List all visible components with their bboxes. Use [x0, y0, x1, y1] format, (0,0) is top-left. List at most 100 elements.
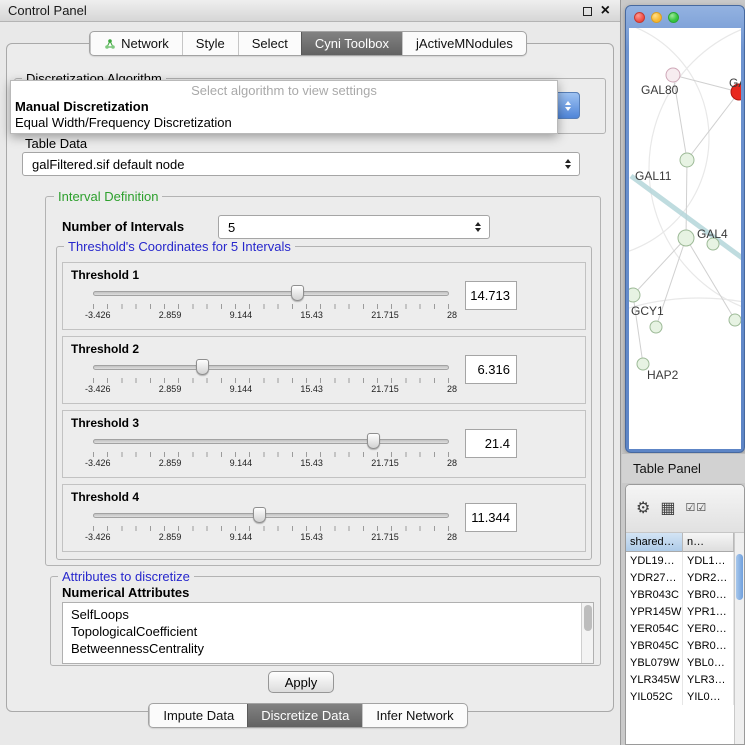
threshold-block: Threshold 3 -3.4262.8599.14415.4321.7152…: [62, 410, 586, 478]
numerical-attributes-label: Numerical Attributes: [62, 585, 189, 600]
tab[interactable]: Infer Network: [362, 704, 466, 727]
dropdown-option[interactable]: Manual Discretization: [11, 99, 557, 115]
tick-label: 21.715: [371, 532, 399, 542]
apply-button[interactable]: Apply: [268, 671, 334, 693]
table-data-label: Table Data: [25, 136, 87, 151]
network-edge[interactable]: [631, 176, 741, 260]
dropdown-option[interactable]: Equal Width/Frequency Discretization: [11, 115, 557, 131]
column-header-shared-name[interactable]: shared…: [626, 533, 683, 552]
combo-arrows-icon[interactable]: [556, 92, 580, 119]
slider-thumb[interactable]: [367, 433, 380, 449]
tick-label: 2.859: [159, 384, 182, 394]
window-title: Control Panel: [8, 3, 87, 18]
table-scrollbar[interactable]: [734, 533, 744, 744]
slider-thumb[interactable]: [196, 359, 209, 375]
num-intervals-combobox[interactable]: 5: [218, 215, 490, 239]
network-edge[interactable]: [687, 92, 739, 160]
threshold-slider[interactable]: [93, 507, 449, 523]
tab[interactable]: Select: [238, 32, 301, 55]
table-cell: YPR145W: [626, 603, 683, 620]
table-cell: YLR345W: [626, 671, 683, 688]
threshold-slider[interactable]: [93, 433, 449, 449]
attributes-scrollbar[interactable]: [581, 603, 593, 663]
node-label: GAL11: [635, 169, 671, 183]
tab-label: Impute Data: [163, 708, 234, 723]
table-row[interactable]: YBR045C YBR0…: [626, 637, 734, 654]
tick-label: -3.426: [85, 458, 111, 468]
node-label: GAL80: [641, 83, 678, 97]
tick-label: 2.859: [159, 310, 182, 320]
background-arc: [629, 298, 741, 449]
node-label: GAL4: [697, 227, 728, 241]
table-body: YDL19… YDL1… YDR27… YDR2… YBR043C YBR0…: [626, 552, 734, 705]
scrollbar-thumb[interactable]: [736, 554, 743, 600]
threshold-value-field[interactable]: 11.344: [465, 503, 517, 532]
tick-label: 28: [447, 532, 457, 542]
slider-ticks: [93, 378, 450, 383]
network-edge[interactable]: [686, 160, 687, 238]
network-node[interactable]: [666, 68, 680, 82]
attribute-list-item[interactable]: SelfLoops: [71, 606, 593, 623]
threshold-slider[interactable]: [93, 285, 449, 301]
tab[interactable]: Impute Data: [149, 704, 247, 727]
attribute-list-item[interactable]: BetweennessCentrality: [71, 640, 593, 657]
table-row[interactable]: YDL19… YDL1…: [626, 552, 734, 569]
table-row[interactable]: YLR345W YLR3…: [626, 671, 734, 688]
minimize-window-icon[interactable]: [651, 12, 662, 23]
network-node[interactable]: [678, 230, 694, 246]
network-canvas[interactable]: GAL80GAGAL11GAL4GCY1HAP2: [629, 28, 741, 449]
threshold-slider[interactable]: [93, 359, 449, 375]
table-row[interactable]: YPR145W YPR1…: [626, 603, 734, 620]
tab[interactable]: Style: [182, 32, 238, 55]
attributes-listbox: SelfLoops TopologicalCoefficient Between…: [62, 602, 594, 664]
table-data-combobox[interactable]: galFiltered.sif default node: [22, 152, 580, 176]
dropdown-placeholder-option: Select algorithm to view settings: [11, 83, 557, 99]
zoom-window-icon[interactable]: [668, 12, 679, 23]
close-icon[interactable]: ×: [601, 3, 610, 19]
column-header-name[interactable]: n…: [683, 533, 734, 552]
tick-label: -3.426: [85, 532, 111, 542]
threshold-value-field[interactable]: 6.316: [465, 355, 517, 384]
tab[interactable]: Cyni Toolbox: [301, 32, 402, 55]
table-row[interactable]: YER054C YER0…: [626, 620, 734, 637]
tick-label: 21.715: [371, 384, 399, 394]
threshold-value-field[interactable]: 21.4: [465, 429, 517, 458]
columns-icon[interactable]: ▦: [660, 501, 675, 517]
network-node[interactable]: [680, 153, 694, 167]
threshold-label: Threshold 1: [71, 268, 139, 282]
dropdown-options: Manual Discretization Equal Width/Freque…: [11, 99, 557, 131]
table-cell: YIL0…: [683, 688, 734, 705]
table-row[interactable]: YBL079W YBL0…: [626, 654, 734, 671]
tick-label: 15.43: [300, 384, 323, 394]
select-checkboxes-icon[interactable]: ☑☑: [685, 503, 707, 514]
slider-groove: [93, 365, 449, 370]
network-node[interactable]: [650, 321, 662, 333]
network-node[interactable]: [729, 314, 741, 326]
tick-label: 2.859: [159, 532, 182, 542]
table-cell: YBR0…: [683, 637, 734, 654]
table-cell: YLR3…: [683, 671, 734, 688]
tab[interactable]: Network: [90, 32, 182, 55]
table-cell: YPR1…: [683, 603, 734, 620]
tab[interactable]: Discretize Data: [247, 704, 362, 727]
gear-icon[interactable]: ⚙: [636, 501, 650, 517]
table-cell: YBR0…: [683, 586, 734, 603]
table-row[interactable]: YIL052C YIL0…: [626, 688, 734, 705]
slider-thumb[interactable]: [291, 285, 304, 301]
network-node[interactable]: [629, 288, 640, 302]
table-cell: YDL19…: [626, 552, 683, 569]
threshold-block: Threshold 4 -3.4262.8599.14415.4321.7152…: [62, 484, 586, 552]
tab-label: Infer Network: [376, 708, 453, 723]
node-table: shared… n… YDL19… YDL1… YDR27… YDR2…: [626, 533, 734, 744]
close-window-icon[interactable]: [634, 12, 645, 23]
threshold-value-field[interactable]: 14.713: [465, 281, 517, 310]
thresholds-group-title: Threshold's Coordinates for 5 Intervals: [64, 239, 295, 254]
table-toolbar: ⚙ ▦ ☑☑: [626, 485, 744, 533]
scrollbar-thumb[interactable]: [584, 605, 592, 631]
slider-thumb[interactable]: [253, 507, 266, 523]
table-row[interactable]: YDR27… YDR2…: [626, 569, 734, 586]
attribute-list-item[interactable]: TopologicalCoefficient: [71, 623, 593, 640]
float-window-icon[interactable]: [583, 7, 592, 16]
table-row[interactable]: YBR043C YBR0…: [626, 586, 734, 603]
tab[interactable]: jActiveMNodules: [402, 32, 526, 55]
